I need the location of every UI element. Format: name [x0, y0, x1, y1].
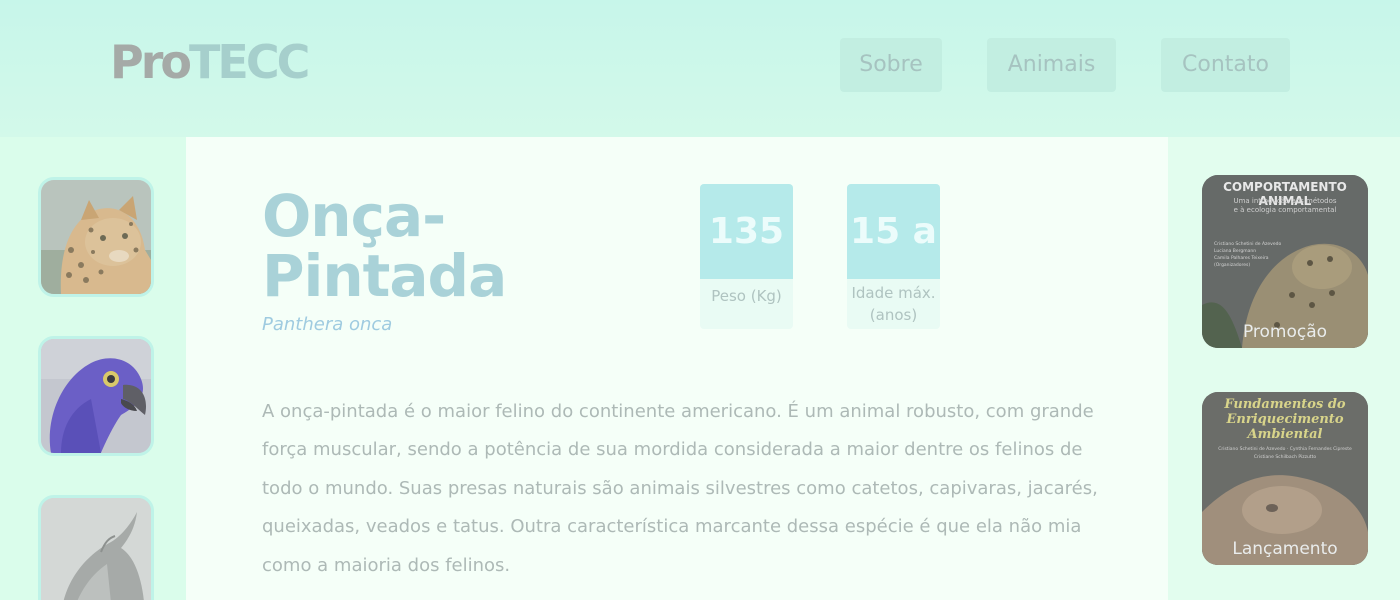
book1-author-4: (Organizadores) [1214, 263, 1251, 268]
book2-authors-line1: Cristiano Schetini de Azevedo · Cynthia … [1218, 447, 1352, 452]
jaguar-thumbnail[interactable] [38, 177, 154, 297]
whale-image [41, 498, 151, 600]
jaguar-image [41, 180, 151, 294]
max-age-value: 15 a [847, 184, 940, 279]
animal-title: Onça- Pintada [262, 186, 642, 306]
nav-animais-button[interactable]: Animais [987, 38, 1116, 92]
book2-title: Fundamentos do Enriquecimento Ambiental [1202, 397, 1368, 442]
scientific-name: Panthera onca [262, 314, 393, 335]
book2-title-line1: Fundamentos do [1224, 397, 1346, 412]
book1-subtitle-line1: Uma introdução aos métodos [1233, 197, 1337, 205]
animal-title-line1: Onça- [262, 182, 446, 250]
whale-thumbnail[interactable] [38, 495, 154, 600]
book2-title-line2: Enriquecimento [1226, 412, 1344, 427]
max-age-label: Idade máx. (anos) [847, 279, 940, 326]
protecc-logo[interactable]: ProTECC [110, 35, 310, 89]
book2-title-line3: Ambiental [1247, 427, 1323, 442]
animal-description: A onça-pintada é o maior felino do conti… [262, 401, 1098, 576]
weight-stat-card: 135 Peso (Kg) [700, 184, 793, 329]
book1-author-2: Luciana Bergmann [1214, 249, 1257, 254]
book1-authors: Cristiano Schetini de Azevedo Luciana Be… [1214, 241, 1284, 269]
book1-author-1: Cristiano Schetini de Azevedo [1214, 242, 1282, 247]
book1-author-3: Camila Palhares Teixeira [1214, 256, 1269, 261]
weight-label: Peso (Kg) [711, 287, 782, 305]
macaw-image [41, 339, 151, 453]
weight-value: 135 [700, 184, 793, 279]
book-card-lancamento[interactable]: Fundamentos do Enriquecimento Ambiental … [1202, 392, 1368, 565]
nav-sobre-button[interactable]: Sobre [840, 38, 942, 92]
book1-label-promocao: Promoção [1242, 322, 1328, 342]
site-header: ProTECC Sobre Animais Contato [0, 0, 1400, 137]
logo-part-tecc: TECC [189, 35, 310, 89]
max-age-label-line1: Idade máx. [851, 284, 936, 302]
max-age-stat-card: 15 a Idade máx. (anos) [847, 184, 940, 329]
book1-subtitle-line2: e à ecologia comportamental [1233, 206, 1337, 214]
nav-contato-button[interactable]: Contato [1161, 38, 1290, 92]
book2-authors-line2: Cristiane Schilbach Pizzutto [1253, 455, 1317, 460]
logo-part-pro: Pro [110, 35, 192, 89]
book-card-promocao[interactable]: COMPORTAMENTO ANIMAL Uma introdução aos … [1202, 175, 1368, 348]
animal-title-line2: Pintada [262, 242, 507, 310]
max-age-label-line2: (anos) [869, 306, 918, 324]
book2-label-lancamento: Lançamento [1232, 539, 1338, 559]
macaw-thumbnail[interactable] [38, 336, 154, 456]
